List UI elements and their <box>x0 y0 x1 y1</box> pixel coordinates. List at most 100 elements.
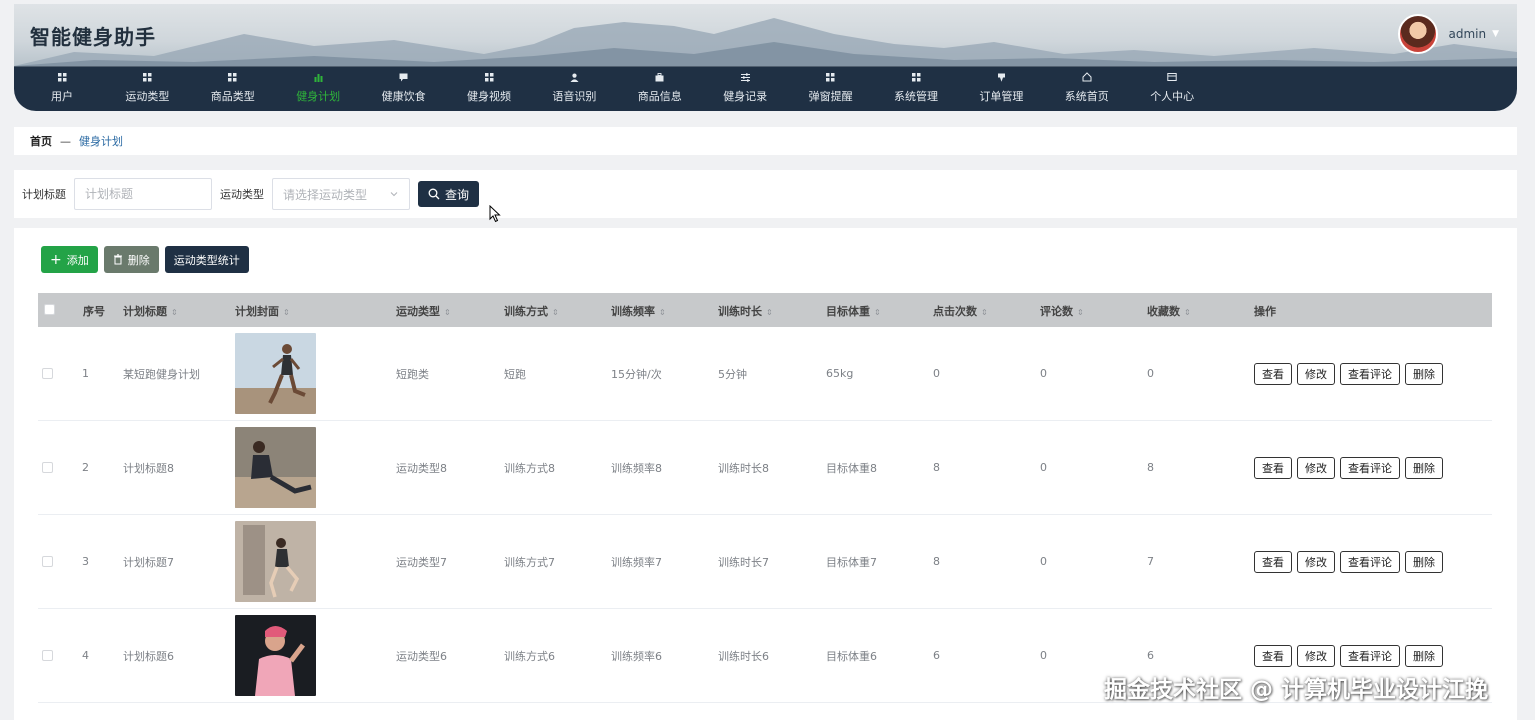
sort-icon[interactable]: ⇕ <box>283 308 290 317</box>
sort-icon[interactable]: ⇕ <box>1184 308 1191 317</box>
grid-icon <box>876 66 956 86</box>
sort-icon[interactable]: ⇕ <box>552 308 559 317</box>
chat-icon <box>364 66 444 86</box>
user-menu[interactable]: admin ▼ <box>1398 14 1499 54</box>
column-header[interactable]: 收藏数 ⇕ <box>1147 303 1191 319</box>
cover-cell[interactable] <box>235 327 316 420</box>
delete-row-button[interactable]: 删除 <box>1405 550 1443 573</box>
nav-item[interactable]: 语音识别 <box>534 66 614 111</box>
plan-title-cell: 计划标题6 <box>123 649 174 663</box>
sort-icon[interactable]: ⇕ <box>766 308 773 317</box>
edit-button[interactable]: 修改 <box>1297 644 1335 667</box>
sort-icon[interactable]: ⇕ <box>981 308 988 317</box>
view-button[interactable]: 查看 <box>1254 362 1292 385</box>
nav-item[interactable]: 商品类型 <box>193 66 273 111</box>
column-header: 序号 <box>83 303 105 319</box>
view-button[interactable]: 查看 <box>1254 456 1292 479</box>
column-header[interactable]: 训练方式 ⇕ <box>504 303 559 319</box>
nav-item[interactable]: 个人中心 <box>1132 66 1212 111</box>
nav-item[interactable]: 订单管理 <box>961 66 1041 111</box>
view-comments-button[interactable]: 查看评论 <box>1340 456 1400 479</box>
delete-row-button[interactable]: 删除 <box>1405 362 1443 385</box>
sort-icon[interactable]: ⇕ <box>874 308 881 317</box>
table-row: 1 某短跑健身计划 短跑类 短跑 15分钟/次 5分钟 65kg 0 0 0 查看 修改 查看评论 删除 <box>38 327 1492 421</box>
plan-cover-image[interactable] <box>235 427 316 508</box>
column-header[interactable]: 训练时长 ⇕ <box>718 303 773 319</box>
view-button[interactable]: 查看 <box>1254 550 1292 573</box>
delete-row-button[interactable]: 删除 <box>1405 456 1443 479</box>
nav-item-label: 健身视频 <box>467 90 511 103</box>
nav-item-label: 用户 <box>51 90 73 103</box>
nav-item[interactable]: 商品信息 <box>620 66 700 111</box>
cover-cell[interactable] <box>235 609 316 702</box>
nav-item-label: 健身记录 <box>723 90 768 103</box>
nav-item[interactable]: 健身视频 <box>449 66 529 111</box>
sort-icon[interactable]: ⇕ <box>659 308 666 317</box>
row-checkbox-cell <box>42 421 53 514</box>
edit-button[interactable]: 修改 <box>1297 362 1335 385</box>
column-header[interactable]: 训练频率 ⇕ <box>611 303 666 319</box>
row-checkbox[interactable] <box>42 462 53 473</box>
edit-button[interactable]: 修改 <box>1297 456 1335 479</box>
nav-item[interactable]: 运动类型 <box>107 66 187 111</box>
plan-cover-image[interactable] <box>235 615 316 696</box>
row-checkbox[interactable] <box>42 556 53 567</box>
cover-cell[interactable] <box>235 421 316 514</box>
column-header[interactable]: 评论数 ⇕ <box>1040 303 1084 319</box>
comment-count-cell: 0 <box>1040 649 1047 662</box>
breadcrumb-home[interactable]: 首页 <box>30 133 52 149</box>
view-comments-button[interactable]: 查看评论 <box>1340 644 1400 667</box>
plan-cover-image[interactable] <box>235 333 316 414</box>
sport-type-select[interactable]: 请选择运动类型 <box>272 178 410 210</box>
select-all-checkbox[interactable] <box>44 304 55 315</box>
column-header-label: 目标体重 <box>826 305 870 318</box>
sort-icon[interactable]: ⇕ <box>444 308 451 317</box>
nav-item[interactable]: 弹窗提醒 <box>791 66 871 111</box>
comment-count-cell: 0 <box>1040 461 1047 474</box>
nav-item-label: 商品信息 <box>637 90 682 103</box>
column-header[interactable]: 运动类型 ⇕ <box>396 303 451 319</box>
plan-title-cell: 计划标题8 <box>123 461 174 475</box>
delete-button[interactable]: 删除 <box>103 246 159 273</box>
nav-item[interactable]: 健身计划 <box>278 66 358 111</box>
query-button[interactable]: 查询 <box>418 181 480 207</box>
avatar[interactable] <box>1398 14 1439 54</box>
row-checkbox[interactable] <box>42 368 53 379</box>
add-button[interactable]: + 添加 <box>41 246 98 273</box>
column-header[interactable]: 点击次数 ⇕ <box>933 303 988 319</box>
nav-item[interactable]: 系统管理 <box>876 66 956 111</box>
sort-icon[interactable]: ⇕ <box>1077 308 1084 317</box>
edit-button[interactable]: 修改 <box>1297 550 1335 573</box>
row-checkbox[interactable] <box>42 650 53 661</box>
cover-cell[interactable] <box>235 515 316 608</box>
nav-item[interactable]: 用户 <box>22 66 102 111</box>
delete-row-button[interactable]: 删除 <box>1405 644 1443 667</box>
view-comments-button[interactable]: 查看评论 <box>1340 550 1400 573</box>
plan-cover-image[interactable] <box>235 521 316 602</box>
column-header[interactable]: 计划封面 ⇕ <box>235 303 290 319</box>
column-header-label: 训练频率 <box>611 305 655 318</box>
nav-item-label: 系统管理 <box>894 90 938 103</box>
table-row: 2 计划标题8 运动类型8 训练方式8 训练频率8 训练时长8 目标体重8 8 0 8 查看 修改 查看… <box>38 421 1492 515</box>
column-header[interactable]: 计划标题 ⇕ <box>123 303 178 319</box>
admin-name[interactable]: admin <box>1448 27 1486 41</box>
sort-icon[interactable]: ⇕ <box>171 308 178 317</box>
target-weight-cell: 目标体重8 <box>826 461 877 475</box>
sport-type-placeholder: 请选择运动类型 <box>283 187 368 202</box>
view-button[interactable]: 查看 <box>1254 644 1292 667</box>
sport-type-stats-button[interactable]: 运动类型统计 <box>164 246 249 273</box>
row-checkbox-cell <box>42 515 53 608</box>
plan-title-input[interactable] <box>74 178 212 210</box>
nav-item[interactable]: 健康饮食 <box>364 66 444 111</box>
nav-item[interactable]: 健身记录 <box>705 66 785 111</box>
watermark: 掘金技术社区 @ 计算机毕业设计江挽 <box>1104 677 1489 703</box>
row-number: 3 <box>82 555 89 568</box>
user-icon <box>534 66 614 86</box>
view-comments-button[interactable]: 查看评论 <box>1340 362 1400 385</box>
duration-cell: 5分钟 <box>718 367 747 381</box>
favorite-count-cell: 0 <box>1147 367 1154 380</box>
sport-type-label: 运动类型 <box>220 188 264 201</box>
nav-item[interactable]: 系统首页 <box>1047 66 1127 111</box>
column-header[interactable]: 目标体重 ⇕ <box>826 303 881 319</box>
chevron-down-icon[interactable]: ▼ <box>1492 29 1499 39</box>
